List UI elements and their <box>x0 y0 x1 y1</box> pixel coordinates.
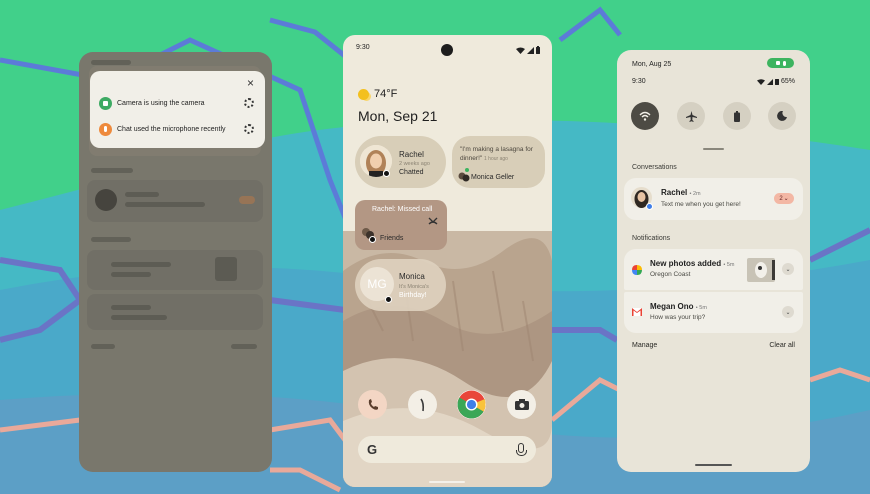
missed-call-icon <box>428 217 438 225</box>
quote-time: 1 hour ago <box>484 156 508 162</box>
gmail-icon <box>632 308 642 316</box>
conversation-notification[interactable]: Rachel • 2m Text me when you get here! 2… <box>624 178 803 220</box>
clear-all-button[interactable]: Clear all <box>769 342 795 349</box>
conversations-label: Conversations <box>632 164 677 171</box>
camera-icon[interactable] <box>507 390 536 419</box>
google-icon: G <box>367 442 378 457</box>
mic-usage-label: Chat used the microphone recently <box>117 125 226 133</box>
wifi-icon <box>516 47 525 54</box>
status-icons <box>516 46 540 54</box>
gear-icon[interactable] <box>244 124 254 134</box>
status-time: 9:30 <box>356 44 370 51</box>
messages-badge-icon <box>385 296 392 303</box>
camera-dot-icon <box>99 96 112 110</box>
notification-body: Text me when you get here! <box>661 201 741 208</box>
close-icon[interactable]: × <box>247 77 254 89</box>
messages-icon[interactable] <box>408 390 437 419</box>
date-glance[interactable]: Mon, Sep 21 <box>358 108 437 124</box>
conversation-name: Rachel <box>661 188 688 197</box>
notification-title: Megan Ono • 5m <box>650 302 707 311</box>
microphone-dot-icon <box>99 122 112 136</box>
notifications-label: Notifications <box>632 235 671 242</box>
missed-call-widget[interactable]: Rachel: Missed call Friends <box>355 200 447 250</box>
phone-icon[interactable] <box>358 390 387 419</box>
sunny-icon <box>358 88 369 100</box>
expand-count-button[interactable]: 2 ⌄ <box>774 193 794 204</box>
status-icons: 65% <box>756 78 795 85</box>
notification-time: 5m <box>699 305 707 311</box>
conversation-widget-rachel[interactable]: Rachel 2 weeks ago Chatted <box>355 136 446 188</box>
airplane-tile[interactable] <box>677 102 705 130</box>
microphone-dot-icon <box>782 60 786 66</box>
photo-thumbnail <box>747 258 775 282</box>
widget-sub: 2 weeks ago <box>399 161 430 167</box>
battery-percent: 65% <box>780 78 795 85</box>
shade-date: Mon, Aug 25 <box>632 61 672 68</box>
manage-button[interactable]: Manage <box>632 342 657 349</box>
missed-call-title: Rachel: Missed call <box>372 206 433 213</box>
wifi-icon <box>756 78 765 85</box>
battery-saver-icon <box>734 110 740 122</box>
widget-name: Monica <box>399 272 425 281</box>
middle-phone: 9:30 74°F Mon, Sep 21 Rachel 2 weeks ago… <box>343 35 552 487</box>
wifi-tile[interactable] <box>631 102 659 130</box>
gesture-nav-handle[interactable] <box>695 464 732 466</box>
gear-icon[interactable] <box>244 98 254 108</box>
dark-mode-icon <box>777 111 787 121</box>
notification-photos[interactable]: New photos added • 5m Oregon Coast ⌄ <box>624 249 803 290</box>
conversation-time: 2m <box>692 191 701 197</box>
camera-dot-icon <box>775 61 780 65</box>
widget-name: Monica Geller <box>471 174 515 181</box>
notification-time: 5m <box>726 262 735 268</box>
widget-name: Rachel <box>399 150 424 159</box>
left-phone: × Camera is using the camera Chat used t… <box>79 52 272 472</box>
privacy-chip[interactable] <box>767 58 794 68</box>
mic-icon[interactable] <box>516 443 527 456</box>
widget-sub: It's Monica's <box>399 284 429 290</box>
messages-badge-icon <box>383 170 390 177</box>
widget-label: Friends <box>380 235 404 242</box>
widget-status: Birthday! <box>399 292 427 299</box>
privacy-indicator-card: × Camera is using the camera Chat used t… <box>90 71 265 148</box>
notification-title: Rachel • 2m <box>661 188 701 197</box>
right-phone: Mon, Aug 25 9:30 65% Conversations Rache… <box>617 50 810 472</box>
signal-icon <box>527 46 534 54</box>
conversation-widget-monica[interactable]: MG Monica It's Monica's Birthday! <box>355 259 446 311</box>
message-count: 2 <box>779 195 783 202</box>
camera-usage-row[interactable]: Camera is using the camera <box>99 96 205 110</box>
search-bar[interactable]: G <box>358 436 536 463</box>
messages-badge-icon <box>646 203 653 210</box>
temperature: 74°F <box>374 88 398 100</box>
photos-icon <box>632 265 642 275</box>
battery-saver-tile[interactable] <box>723 102 751 130</box>
chrome-icon[interactable] <box>457 390 486 419</box>
dark-mode-tile[interactable] <box>768 102 796 130</box>
signal-icon <box>766 78 773 85</box>
widget-status: Chatted <box>399 169 424 176</box>
chevron-down-icon[interactable]: ⌄ <box>782 306 794 318</box>
shade-handle[interactable] <box>703 148 724 150</box>
shade-time: 9:30 <box>632 78 646 85</box>
messages-badge-icon <box>369 236 376 243</box>
battery-icon <box>774 79 779 85</box>
quote-text: "I'm making a lasagna for dinner!" 1 hou… <box>460 145 542 164</box>
camera-usage-label: Camera is using the camera <box>117 99 205 107</box>
wifi-icon <box>639 111 651 121</box>
gesture-nav-handle[interactable] <box>429 481 465 483</box>
notification-body: Oregon Coast <box>650 271 691 278</box>
conversation-widget-monica-message[interactable]: "I'm making a lasagna for dinner!" 1 hou… <box>452 136 545 188</box>
notification-title: New photos added • 5m <box>650 259 735 268</box>
camera-cutout <box>441 44 453 56</box>
notification-gmail[interactable]: Megan Ono • 5m How was your trip? ⌄ <box>624 292 803 333</box>
group-avatar <box>458 172 470 182</box>
notification-title-text: New photos added <box>650 259 722 268</box>
notification-body: How was your trip? <box>650 314 706 321</box>
chevron-down-icon[interactable]: ⌄ <box>782 263 794 275</box>
notification-title-text: Megan Ono <box>650 302 694 311</box>
battery-icon <box>536 46 540 54</box>
weather-glance[interactable]: 74°F <box>358 88 397 100</box>
airplane-icon <box>685 110 697 122</box>
mic-usage-row[interactable]: Chat used the microphone recently <box>99 122 226 136</box>
